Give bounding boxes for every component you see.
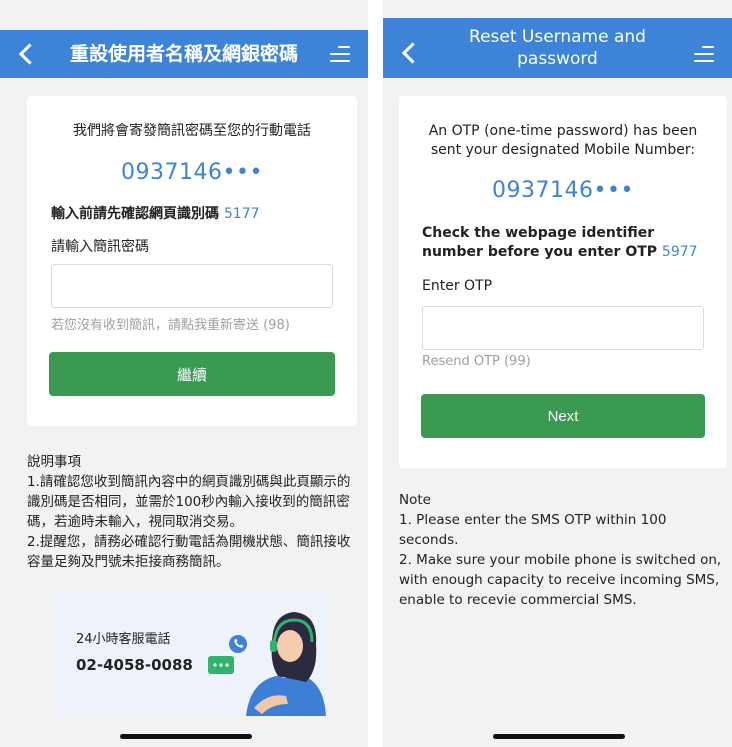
intro-text: An OTP (one-time password) has been sent… [428,123,698,158]
otp-input[interactable] [422,306,704,350]
next-button[interactable]: Next [421,394,705,438]
otp-card: 我們將會寄發簡訊密碼至您的行動電話 0937146••• 輸入前請先確認網頁識別… [27,96,357,426]
home-indicator[interactable] [493,734,625,739]
home-indicator[interactable] [120,734,252,739]
header-bar: Reset Username and password [383,18,732,78]
identifier-text: Check the webpage identifier number befo… [422,224,707,262]
screen-english: Reset Username and password An OTP (one-… [383,0,732,747]
notes-heading: 說明事項 [27,454,81,470]
back-arrow-icon[interactable] [18,43,41,65]
header-bar: 重設使用者名稱及網銀密碼 [0,30,368,78]
menu-icon[interactable] [330,46,350,62]
identifier-text: 輸入前請先確認網頁識別碼 5177 [51,203,260,223]
masked-phone-number: 0937146••• [121,160,263,185]
otp-label: 請輸入簡訊密碼 [51,239,149,255]
otp-label: Enter OTP [422,278,493,294]
notes-heading: Note [399,492,431,508]
menu-icon[interactable] [694,46,714,62]
page-title: 重設使用者名稱及網銀密碼 [69,43,298,65]
notes-section: 說明事項 1.請確認您收到簡訊內容中的網頁識別碼與此頁顯示的識別碼是否相同，並需… [27,452,362,572]
otp-input[interactable] [51,264,333,308]
otp-card: An OTP (one-time password) has been sent… [399,96,727,468]
customer-service-agent-illustration [208,612,326,716]
identifier-prefix: Check the webpage identifier number befo… [422,225,658,260]
service-phone-number[interactable]: 02-4058-0088 [76,656,193,674]
notes-item: 1.請確認您收到簡訊內容中的網頁識別碼與此頁顯示的識別碼是否相同，並需於100秒… [27,474,351,530]
screen-chinese: 重設使用者名稱及網銀密碼 我們將會寄發簡訊密碼至您的行動電話 0937146••… [0,0,368,747]
masked-phone-number: 0937146••• [492,178,634,203]
page-title: Reset Username and password [469,27,646,69]
continue-button[interactable]: 繼續 [49,352,335,396]
identifier-code: 5177 [223,206,260,222]
customer-service-card[interactable]: 24小時客服電話 02-4058-0088 [56,594,328,716]
notes-item: 1. Please enter the SMS OTP within 100 s… [399,512,667,548]
identifier-prefix: 輸入前請先確認網頁識別碼 [51,206,219,222]
identifier-code: 5977 [661,244,698,260]
intro-text: 我們將會寄發簡訊密碼至您的行動電話 [73,123,311,139]
resend-link[interactable]: Resend OTP (99) [422,354,531,369]
notes-item: 2.提醒您，請務必確認行動電話為開機狀態、簡訊接收容量足夠及門號未拒接商務簡訊。 [27,534,351,570]
service-label: 24小時客服電話 [76,632,171,647]
notes-item: 2. Make sure your mobile phone is switch… [399,552,722,608]
back-arrow-icon[interactable] [401,42,424,64]
notes-section: Note 1. Please enter the SMS OTP within … [399,490,729,610]
resend-link[interactable]: 若您沒有收到簡訊，請點我重新寄送 (98) [51,314,290,333]
